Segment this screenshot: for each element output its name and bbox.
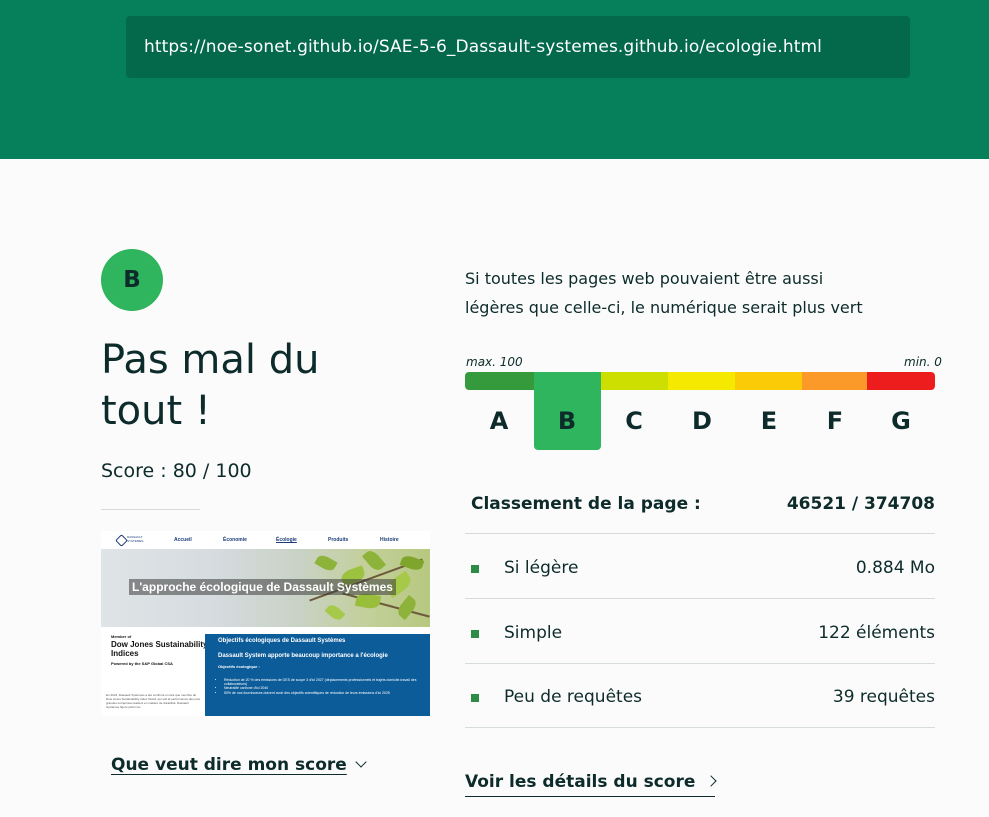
score-text: Score : 80 / 100: [101, 460, 252, 482]
thumbnail-nav-item: Histoire: [380, 537, 399, 543]
scale-min-label: min. 0: [904, 355, 942, 369]
thumbnail-hero-image: L'approche écologique de Dassault Systèm…: [101, 549, 430, 627]
thumbnail-nav-item: Produits: [328, 537, 349, 543]
bullet-icon: [471, 565, 479, 573]
thumbnail-nav-item: Écologie: [276, 537, 297, 543]
thumbnail-objectives-panel: Objectifs écologiques de Dassault Systèm…: [205, 634, 430, 716]
grade-letter-b: B: [557, 407, 577, 435]
grade-letter-d: D: [692, 407, 712, 435]
grade-bar-f: [802, 372, 867, 390]
divider: [465, 663, 935, 664]
divider: [465, 598, 935, 599]
metric-weight-label: Si légère: [504, 558, 579, 578]
thumbnail-dow-jones-panel: Member of Dow Jones Sustainability Indic…: [101, 627, 207, 716]
grade-letter-e: E: [760, 407, 778, 435]
grade-letter-g: G: [891, 407, 911, 435]
thumbnail-hero-title: L'approche écologique de Dassault Systèm…: [129, 579, 396, 595]
thumbnail-nav-item: Accueil: [174, 537, 192, 543]
grade-bar-g: [867, 372, 935, 390]
score-details-link[interactable]: Voir les détails du score: [465, 772, 718, 797]
url-display[interactable]: https://noe-sonet.github.io/SAE-5-6_Dass…: [126, 16, 910, 78]
grade-bar-a: [465, 372, 534, 390]
grade-letter-f: F: [826, 407, 844, 435]
grade-bar-d: [668, 372, 735, 390]
bullet-icon: [471, 694, 479, 702]
chevron-right-icon: [705, 775, 718, 787]
chevron-down-icon: [355, 756, 367, 768]
grade-badge: B: [101, 249, 163, 311]
result-headline: Pas mal du tout !: [101, 337, 320, 434]
ranking-value: 46521 / 374708: [786, 494, 935, 514]
grade-bar-e: [735, 372, 802, 390]
page-screenshot-thumbnail: DASSAULT SYSTEMES Accueil Économie Écolo…: [101, 531, 430, 716]
ranking-label: Classement de la page :: [471, 494, 701, 514]
metric-requests-label: Peu de requêtes: [504, 687, 643, 707]
grade-letter-c: C: [625, 407, 643, 435]
dassault-logo-icon: DASSAULT SYSTEMES: [115, 534, 143, 547]
divider: [465, 533, 935, 534]
scale-max-label: max. 100: [466, 355, 523, 369]
thumbnail-nav-item: Économie: [223, 537, 247, 543]
divider: [101, 509, 200, 510]
header-banner: https://noe-sonet.github.io/SAE-5-6_Dass…: [0, 0, 989, 159]
metric-elements-label: Simple: [504, 623, 563, 643]
grade-letter-a: A: [489, 407, 509, 435]
metric-elements-value: 122 éléments: [818, 623, 935, 643]
thumbnail-navbar: DASSAULT SYSTEMES Accueil Économie Écolo…: [101, 531, 430, 550]
divider: [465, 727, 935, 728]
bullet-icon: [471, 630, 479, 638]
intro-text: Si toutes les pages web pouvaient être a…: [465, 269, 863, 317]
grade-bar-c: [601, 372, 668, 390]
score-meaning-toggle[interactable]: Que veut dire mon score: [111, 755, 367, 775]
metric-weight-value: 0.884 Mo: [855, 558, 935, 578]
metric-requests-value: 39 requêtes: [832, 687, 935, 707]
